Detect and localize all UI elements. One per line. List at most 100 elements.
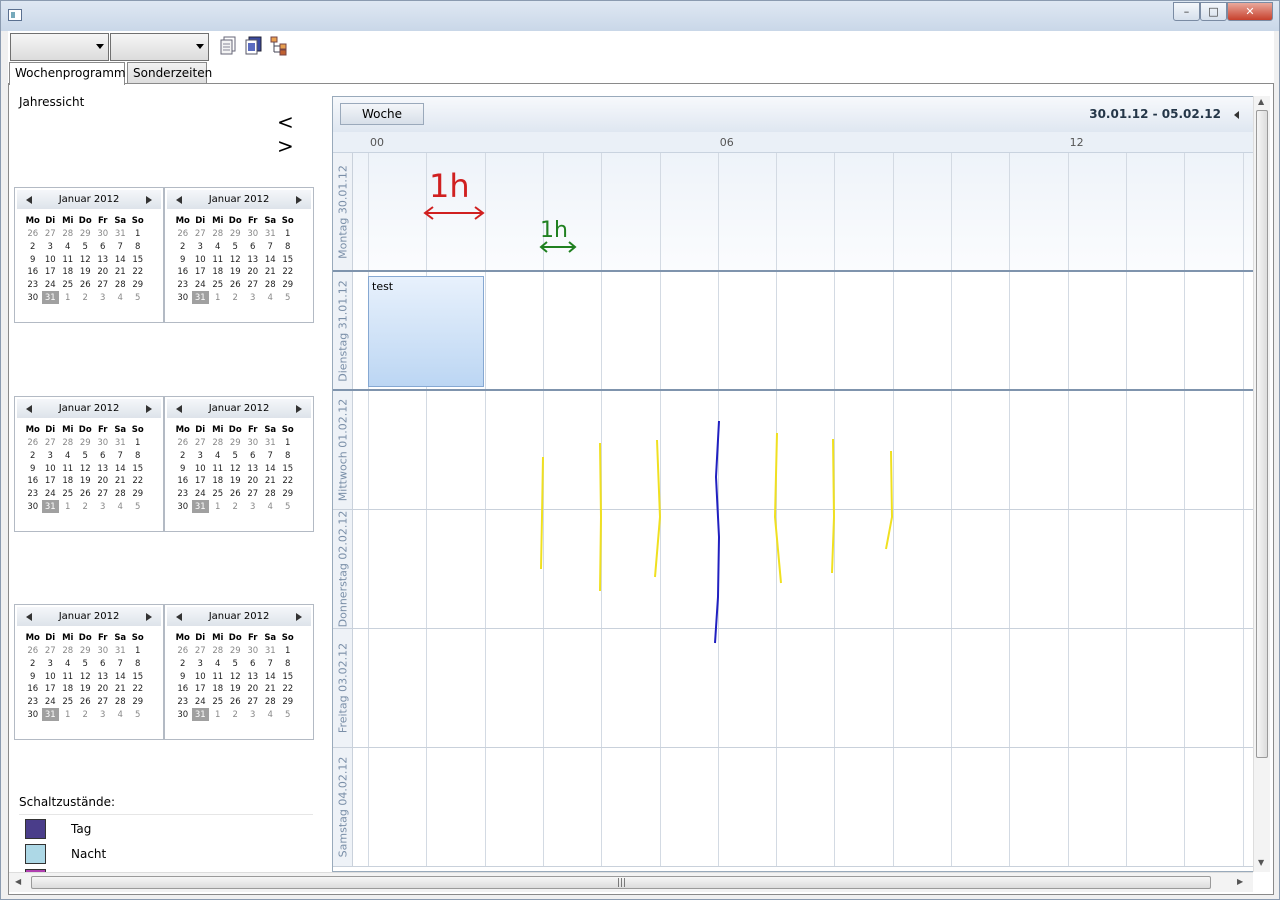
calendar-day[interactable]: 13: [94, 462, 112, 475]
calendar-day[interactable]: 3: [244, 500, 262, 513]
calendar-day[interactable]: 4: [59, 658, 77, 671]
calendar-day[interactable]: 24: [192, 696, 210, 709]
calendar-day[interactable]: 4: [262, 708, 280, 721]
calendar-day[interactable]: 3: [244, 708, 262, 721]
calendar-day[interactable]: 3: [94, 708, 112, 721]
calendar-day[interactable]: 30: [24, 500, 42, 513]
calendar-day[interactable]: 23: [24, 696, 42, 709]
combo-box-2[interactable]: [110, 33, 209, 61]
calendar-day[interactable]: 2: [174, 450, 192, 463]
calendar-day[interactable]: 5: [129, 291, 147, 304]
calendar-day[interactable]: 7: [112, 241, 130, 254]
calendar-day[interactable]: 31: [41, 500, 59, 514]
calendar-day[interactable]: 26: [174, 228, 192, 241]
calendar-day[interactable]: 29: [227, 437, 245, 450]
appointment-test[interactable]: test: [368, 276, 484, 387]
calendar-day[interactable]: 19: [227, 266, 245, 279]
calendar-day[interactable]: 8: [129, 450, 147, 463]
tab-wochenprogramm[interactable]: Wochenprogramm: [9, 62, 126, 85]
calendar-day[interactable]: 2: [174, 241, 192, 254]
calendar-day[interactable]: 2: [227, 291, 245, 304]
calendar-day[interactable]: 31: [191, 500, 209, 514]
calendar-day[interactable]: 30: [174, 708, 192, 721]
calendar-day[interactable]: 10: [42, 462, 60, 475]
calendar-day[interactable]: 30: [244, 228, 262, 241]
calendar-day[interactable]: 25: [59, 696, 77, 709]
calendar-day[interactable]: 27: [94, 488, 112, 501]
copy-document-icon[interactable]: [220, 36, 238, 56]
calendar-day[interactable]: 27: [244, 696, 262, 709]
calendar-day[interactable]: 2: [24, 241, 42, 254]
vertical-scroll-thumb[interactable]: [1256, 110, 1268, 758]
calendar-day[interactable]: 28: [262, 279, 280, 292]
combo-box-1[interactable]: [10, 33, 109, 61]
calendar-day[interactable]: 28: [209, 228, 227, 241]
calendar-day[interactable]: 25: [209, 488, 227, 501]
calendar-day[interactable]: 31: [191, 708, 209, 722]
calendar-day[interactable]: 11: [59, 462, 77, 475]
calendar-day[interactable]: 6: [94, 450, 112, 463]
calendar-day[interactable]: 10: [42, 670, 60, 683]
calendar-day[interactable]: 16: [24, 683, 42, 696]
calendar-day[interactable]: 1: [129, 645, 147, 658]
hierarchy-icon[interactable]: [270, 36, 288, 56]
calendar-day[interactable]: 9: [24, 462, 42, 475]
calendar-day[interactable]: 15: [279, 462, 297, 475]
calendar-day[interactable]: 28: [209, 645, 227, 658]
calendar-day[interactable]: 20: [244, 683, 262, 696]
year-nav-arrows[interactable]: < >: [277, 110, 327, 158]
calendar-day[interactable]: 23: [174, 279, 192, 292]
day-row[interactable]: Montag 30.01.12: [333, 153, 1261, 272]
calendar-day[interactable]: 4: [112, 500, 130, 513]
calendar-day[interactable]: 28: [59, 228, 77, 241]
calendar-day[interactable]: 11: [59, 670, 77, 683]
calendar-day[interactable]: 18: [59, 683, 77, 696]
calendar-day[interactable]: 29: [77, 645, 95, 658]
calendar-day[interactable]: 1: [279, 437, 297, 450]
calendar-day[interactable]: 3: [192, 241, 210, 254]
calendar-day[interactable]: 5: [129, 500, 147, 513]
calendar-day[interactable]: 19: [77, 683, 95, 696]
calendar-day[interactable]: 4: [262, 500, 280, 513]
calendar-day[interactable]: 6: [94, 241, 112, 254]
calendar-day[interactable]: 29: [129, 279, 147, 292]
calendar-day[interactable]: 29: [279, 696, 297, 709]
calendar-day[interactable]: 5: [129, 708, 147, 721]
calendar-day[interactable]: 6: [244, 450, 262, 463]
calendar-day[interactable]: 6: [244, 241, 262, 254]
calendar-day[interactable]: 14: [112, 253, 130, 266]
calendar-day[interactable]: 31: [112, 437, 130, 450]
calendar-day[interactable]: 26: [24, 645, 42, 658]
calendar-day[interactable]: 30: [24, 708, 42, 721]
calendar-day[interactable]: 8: [129, 241, 147, 254]
calendar-day[interactable]: 12: [77, 670, 95, 683]
calendar-day[interactable]: 15: [129, 462, 147, 475]
calendar-day[interactable]: 27: [192, 228, 210, 241]
calendar-day[interactable]: 13: [244, 670, 262, 683]
calendar-day[interactable]: 14: [112, 462, 130, 475]
calendar-day[interactable]: 5: [227, 241, 245, 254]
calendar-day[interactable]: 9: [174, 462, 192, 475]
calendar-day[interactable]: 12: [227, 253, 245, 266]
calendar-day[interactable]: 1: [59, 708, 77, 721]
calendar-day[interactable]: 11: [209, 670, 227, 683]
calendar-day[interactable]: 29: [77, 228, 95, 241]
calendar-day[interactable]: 6: [244, 658, 262, 671]
calendar-day[interactable]: 30: [244, 437, 262, 450]
calendar-day[interactable]: 28: [262, 696, 280, 709]
calendar-day[interactable]: 22: [279, 683, 297, 696]
calendar-day[interactable]: 21: [262, 683, 280, 696]
calendar-day[interactable]: 4: [112, 291, 130, 304]
calendar-day[interactable]: 21: [112, 475, 130, 488]
next-month-icon[interactable]: [146, 405, 152, 413]
calendar-day[interactable]: 2: [227, 500, 245, 513]
calendar-day[interactable]: 31: [262, 437, 280, 450]
scroll-left-icon[interactable]: ◀: [15, 877, 21, 886]
previous-week-icon[interactable]: [1234, 111, 1239, 119]
calendar-day[interactable]: 27: [244, 279, 262, 292]
calendar-day[interactable]: 28: [262, 488, 280, 501]
scroll-right-icon[interactable]: ▶: [1237, 877, 1243, 886]
calendar-day[interactable]: 24: [42, 696, 60, 709]
calendar-day[interactable]: 13: [94, 253, 112, 266]
calendar-day[interactable]: 5: [77, 241, 95, 254]
